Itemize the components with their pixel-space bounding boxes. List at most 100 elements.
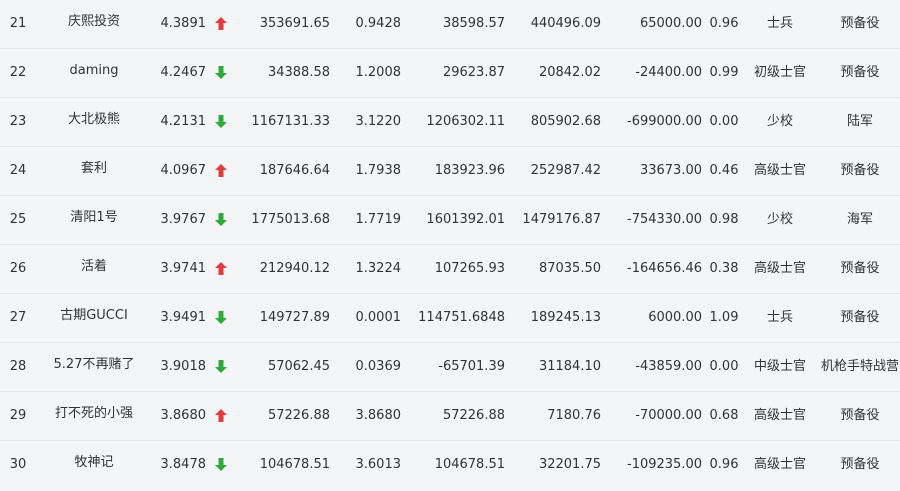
value6-cell: 0.00 <box>709 359 739 374</box>
score-cell: 3.9018 <box>160 359 207 374</box>
value3-cell: 29623.87 <box>442 65 505 80</box>
value5-cell: -70000.00 <box>635 408 702 423</box>
value6-cell: 0.00 <box>709 114 739 129</box>
value4-cell: 87035.50 <box>538 261 601 276</box>
value6-cell: 0.98 <box>709 212 739 227</box>
score-cell: 3.8478 <box>160 457 207 472</box>
value4-cell: 32201.75 <box>538 457 601 472</box>
value3-cell: 38598.57 <box>442 16 505 31</box>
rank-cell: 26 <box>9 261 27 276</box>
table-row[interactable]: 24 套利 4.0967 187646.64 1.7938 183923.96 … <box>0 147 900 196</box>
arrow-down-icon <box>215 311 227 324</box>
value1-cell: 1167131.33 <box>251 114 330 129</box>
arrow-up-icon <box>215 409 227 422</box>
value2-cell: 3.8680 <box>355 408 402 423</box>
military-rank-cell: 中级士官 <box>753 359 806 374</box>
military-rank-cell: 高级士官 <box>753 408 806 423</box>
military-rank-cell: 高级士官 <box>753 261 806 276</box>
table-row[interactable]: 22 daming 4.2467 34388.58 1.2008 29623.8… <box>0 49 900 98</box>
value5-cell: 65000.00 <box>639 16 702 31</box>
account-name-link[interactable]: 5.27不再赌了 <box>40 343 148 391</box>
value4-cell: 20842.02 <box>538 65 601 80</box>
unit-cell: 预备役 <box>840 310 880 325</box>
military-rank-cell: 士兵 <box>766 310 793 325</box>
arrow-down-icon <box>215 213 227 226</box>
account-name-link[interactable]: daming <box>40 49 148 97</box>
rank-cell: 30 <box>9 457 27 472</box>
value6-cell: 1.09 <box>709 310 739 325</box>
table-row[interactable]: 29 打不死的小强 3.8680 57226.88 3.8680 57226.8… <box>0 392 900 441</box>
value2-cell: 1.3224 <box>355 261 402 276</box>
arrow-down-icon <box>215 360 227 373</box>
value4-cell: 189245.13 <box>530 310 601 325</box>
value2-cell: 3.1220 <box>355 114 402 129</box>
unit-cell: 机枪手特战营 <box>820 359 899 374</box>
account-name-link[interactable]: 活着 <box>40 245 148 293</box>
value2-cell: 0.9428 <box>355 16 402 31</box>
account-name-link[interactable]: 大北极熊 <box>40 98 148 146</box>
trend-cell <box>213 294 229 342</box>
unit-cell: 预备役 <box>840 457 880 472</box>
value1-cell: 187646.64 <box>259 163 330 178</box>
score-cell: 4.0967 <box>160 163 207 178</box>
arrow-down-icon <box>215 66 227 79</box>
account-name-link[interactable]: 清阳1号 <box>40 196 148 244</box>
value1-cell: 34388.58 <box>267 65 330 80</box>
military-rank-cell: 高级士官 <box>753 457 806 472</box>
account-name-link[interactable]: 古期GUCCI <box>40 294 148 342</box>
rank-cell: 29 <box>9 408 27 423</box>
unit-cell: 预备役 <box>840 163 880 178</box>
arrow-down-icon <box>215 458 227 471</box>
score-cell: 3.9491 <box>160 310 207 325</box>
trend-cell <box>213 441 229 489</box>
value3-cell: -65701.39 <box>438 359 505 374</box>
table-row[interactable]: 25 清阳1号 3.9767 1775013.68 1.7719 1601392… <box>0 196 900 245</box>
trend-cell <box>213 49 229 97</box>
table-row[interactable]: 26 活着 3.9741 212940.12 1.3224 107265.93 … <box>0 245 900 294</box>
rank-cell: 27 <box>9 310 27 325</box>
account-name-link[interactable]: 套利 <box>40 147 148 195</box>
value3-cell: 183923.96 <box>434 163 505 178</box>
value3-cell: 1601392.01 <box>426 212 505 227</box>
value6-cell: 0.38 <box>709 261 739 276</box>
unit-cell: 陆军 <box>846 114 873 129</box>
trend-cell <box>213 147 229 195</box>
account-name-link[interactable]: 打不死的小强 <box>40 392 148 440</box>
value6-cell: 0.46 <box>709 163 739 178</box>
value1-cell: 57062.45 <box>267 359 330 374</box>
rank-cell: 23 <box>9 114 27 129</box>
trend-cell <box>213 0 229 48</box>
rank-cell: 28 <box>9 359 27 374</box>
table-row[interactable]: 28 5.27不再赌了 3.9018 57062.45 0.0369 -6570… <box>0 343 900 392</box>
value1-cell: 149727.89 <box>259 310 330 325</box>
rank-cell: 21 <box>9 16 27 31</box>
table-row[interactable]: 23 大北极熊 4.2131 1167131.33 3.1220 1206302… <box>0 98 900 147</box>
table-row[interactable]: 27 古期GUCCI 3.9491 149727.89 0.0001 11475… <box>0 294 900 343</box>
trend-cell <box>213 392 229 440</box>
table-row[interactable]: 30 牧神记 3.8478 104678.51 3.6013 104678.51… <box>0 441 900 490</box>
value2-cell: 1.2008 <box>355 65 402 80</box>
value5-cell: -754330.00 <box>627 212 702 227</box>
rank-cell: 25 <box>9 212 27 227</box>
value6-cell: 0.68 <box>709 408 739 423</box>
account-name-link[interactable]: 牧神记 <box>40 441 148 489</box>
value3-cell: 107265.93 <box>434 261 505 276</box>
value5-cell: -699000.00 <box>627 114 702 129</box>
value3-cell: 114751.6848 <box>418 310 505 325</box>
value1-cell: 212940.12 <box>259 261 330 276</box>
value5-cell: -109235.00 <box>627 457 702 472</box>
score-cell: 4.3891 <box>160 16 207 31</box>
table-row[interactable]: 21 庆熙投资 4.3891 353691.65 0.9428 38598.57… <box>0 0 900 49</box>
score-cell: 3.9741 <box>160 261 207 276</box>
value4-cell: 440496.09 <box>530 16 601 31</box>
arrow-up-icon <box>215 17 227 30</box>
score-cell: 4.2131 <box>160 114 207 129</box>
value2-cell: 1.7719 <box>355 212 402 227</box>
score-cell: 4.2467 <box>160 65 207 80</box>
account-name-link[interactable]: 庆熙投资 <box>40 0 148 48</box>
value2-cell: 0.0001 <box>355 310 402 325</box>
military-rank-cell: 少校 <box>766 212 793 227</box>
value5-cell: 33673.00 <box>639 163 702 178</box>
value5-cell: -24400.00 <box>635 65 702 80</box>
value6-cell: 0.96 <box>709 16 739 31</box>
